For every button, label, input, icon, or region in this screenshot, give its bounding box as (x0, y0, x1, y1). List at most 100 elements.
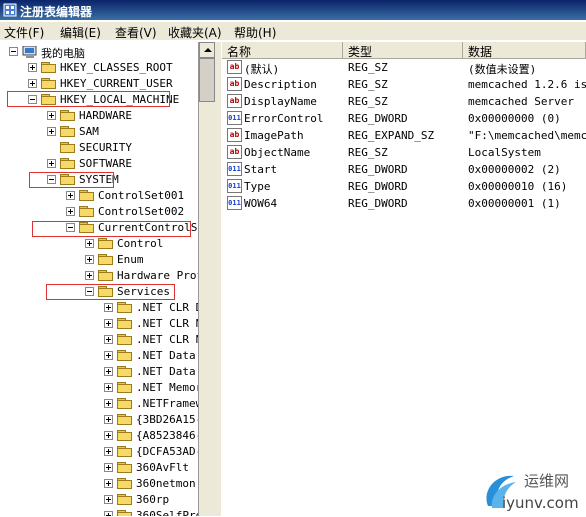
menu-view[interactable]: 查看(V) (115, 24, 157, 41)
expand-icon[interactable] (66, 191, 75, 200)
tree-node-label[interactable]: {DCFA53AD-9B1 (136, 445, 198, 458)
expand-icon[interactable] (104, 415, 113, 424)
tree-node[interactable]: 360rp (0, 492, 198, 508)
scroll-thumb[interactable] (199, 58, 215, 102)
tree-node[interactable]: .NET Memory C (0, 380, 198, 396)
expand-icon[interactable] (85, 255, 94, 264)
tree-node-label[interactable]: ControlSet002 (98, 205, 184, 218)
tree-node-label[interactable]: 360rp (136, 493, 169, 506)
expand-icon[interactable] (104, 495, 113, 504)
expand-icon[interactable] (104, 383, 113, 392)
expand-icon[interactable] (104, 463, 113, 472)
tree-node-label[interactable]: 360SelfProtec (136, 509, 198, 516)
value-row[interactable]: 011 Type REG_DWORD 0x00000010 (16) (222, 178, 586, 195)
tree-node[interactable]: .NET CLR Netw (0, 332, 198, 348)
tree-node-label[interactable]: 我的电脑 (41, 45, 85, 61)
tree-scrollbar[interactable] (199, 42, 215, 516)
expand-icon[interactable] (104, 335, 113, 344)
tree-node[interactable]: HKEY_CLASSES_ROOT (0, 60, 198, 76)
tree-node-label[interactable]: {3BD26A15-E47 (136, 413, 198, 426)
tree-node-label[interactable]: .NET Data Pro (136, 349, 198, 362)
tree-node[interactable]: Control (0, 236, 198, 252)
value-row[interactable]: 011 ErrorControl REG_DWORD 0x00000000 (0) (222, 110, 586, 127)
tree-node[interactable]: .NET CLR Netw (0, 316, 198, 332)
tree-node[interactable]: Hardware Profile (0, 268, 198, 284)
tree-node[interactable]: 360SelfProtec (0, 508, 198, 516)
expand-icon[interactable] (104, 511, 113, 516)
menu-edit[interactable]: 编辑(E) (60, 24, 101, 41)
column-header-name[interactable]: 名称 (222, 42, 343, 59)
expand-icon[interactable] (104, 479, 113, 488)
values-pane[interactable]: 名称 类型 数据 ab (默认) REG_SZ (数值未设置) ab Descriptio… (222, 42, 586, 516)
tree-node-label[interactable]: 360AvFlt (136, 461, 189, 474)
tree-node[interactable]: SOFTWARE (0, 156, 198, 172)
tree-node[interactable]: 360AvFlt (0, 460, 198, 476)
tree-node-label[interactable]: 360netmon (136, 477, 196, 490)
value-row[interactable]: 011 WOW64 REG_DWORD 0x00000001 (1) (222, 195, 586, 212)
expand-icon[interactable] (104, 367, 113, 376)
tree-node[interactable]: {DCFA53AD-9B1 (0, 444, 198, 460)
expand-icon[interactable] (28, 63, 37, 72)
menu-file[interactable]: 文件(F) (4, 24, 44, 41)
expand-icon[interactable] (85, 239, 94, 248)
tree-node-label[interactable]: Enum (117, 253, 144, 266)
tree-node-label[interactable]: {A8523846-68A (136, 429, 198, 442)
tree-node[interactable]: .NET Data Pro (0, 364, 198, 380)
tree-node[interactable]: .NET CLR Data (0, 300, 198, 316)
pane-splitter[interactable] (215, 42, 221, 516)
tree-node[interactable]: .NETFramework (0, 396, 198, 412)
column-header-type[interactable]: 类型 (343, 42, 463, 59)
expand-icon[interactable] (47, 111, 56, 120)
tree-node[interactable]: .NET Data Pro (0, 348, 198, 364)
menu-favorites[interactable]: 收藏夹(A) (168, 24, 222, 41)
expand-icon[interactable] (85, 271, 94, 280)
tree-node[interactable]: {3BD26A15-E47 (0, 412, 198, 428)
expand-icon[interactable] (47, 159, 56, 168)
tree-node[interactable]: HKEY_CURRENT_USER (0, 76, 198, 92)
tree-node[interactable]: Enum (0, 252, 198, 268)
value-row[interactable]: ab (默认) REG_SZ (数值未设置) (222, 59, 586, 76)
expand-icon[interactable] (104, 303, 113, 312)
tree-node-label[interactable]: HARDWARE (79, 109, 132, 122)
registry-tree-pane[interactable]: 我的电脑 HKEY_CLASSES_ROOT HKEY_CURRENT_USER HK… (0, 42, 199, 516)
tree-node-label[interactable]: SAM (79, 125, 99, 138)
expand-icon[interactable] (66, 207, 75, 216)
tree-node[interactable]: 我的电脑 (0, 44, 198, 60)
value-row[interactable]: ab ObjectName REG_SZ LocalSystem (222, 144, 586, 161)
tree-node-label[interactable]: .NET CLR Data (136, 301, 198, 314)
tree-node[interactable]: ControlSet002 (0, 204, 198, 220)
tree-node-label[interactable]: HKEY_CURRENT_USER (60, 77, 173, 90)
tree-node-label[interactable]: .NET CLR Netw (136, 317, 198, 330)
value-row[interactable]: 011 Start REG_DWORD 0x00000002 (2) (222, 161, 586, 178)
tree-node[interactable]: ControlSet001 (0, 188, 198, 204)
tree-node-label[interactable]: Control (117, 237, 163, 250)
expand-icon[interactable] (47, 127, 56, 136)
tree-node-label[interactable]: SECURITY (79, 141, 132, 154)
column-header-data[interactable]: 数据 (463, 42, 586, 59)
value-row[interactable]: ab DisplayName REG_SZ memcached Server (222, 93, 586, 110)
expand-icon[interactable] (104, 447, 113, 456)
tree-node-label[interactable]: SOFTWARE (79, 157, 132, 170)
tree-node-label[interactable]: .NET Memory C (136, 381, 198, 394)
scroll-up-button[interactable] (199, 42, 215, 58)
tree-node-label[interactable]: Hardware Profile (117, 269, 198, 282)
expand-icon[interactable] (104, 431, 113, 440)
tree-node-label[interactable]: ControlSet001 (98, 189, 184, 202)
tree-node-label[interactable]: HKEY_CLASSES_ROOT (60, 61, 173, 74)
tree-node[interactable]: SECURITY (0, 140, 198, 156)
tree-node[interactable]: 360netmon (0, 476, 198, 492)
expand-icon[interactable] (28, 79, 37, 88)
tree-node-label[interactable]: .NET CLR Netw (136, 333, 198, 346)
value-row[interactable]: abDescription REG_SZ memcached 1.2.6 is a (222, 76, 586, 93)
value-row[interactable]: ab ImagePath REG_EXPAND_SZ "F:\memcached\me… (222, 127, 586, 144)
expand-icon[interactable] (104, 351, 113, 360)
tree-node-label[interactable]: .NET Data Pro (136, 365, 198, 378)
tree-node[interactable]: HARDWARE (0, 108, 198, 124)
tree-node[interactable]: {A8523846-68A (0, 428, 198, 444)
menu-help[interactable]: 帮助(H) (234, 24, 276, 41)
tree-node-label[interactable]: .NETFramework (136, 397, 198, 410)
tree-node[interactable]: SAM (0, 124, 198, 140)
expand-icon[interactable] (104, 399, 113, 408)
collapse-icon[interactable] (9, 47, 18, 56)
expand-icon[interactable] (104, 319, 113, 328)
